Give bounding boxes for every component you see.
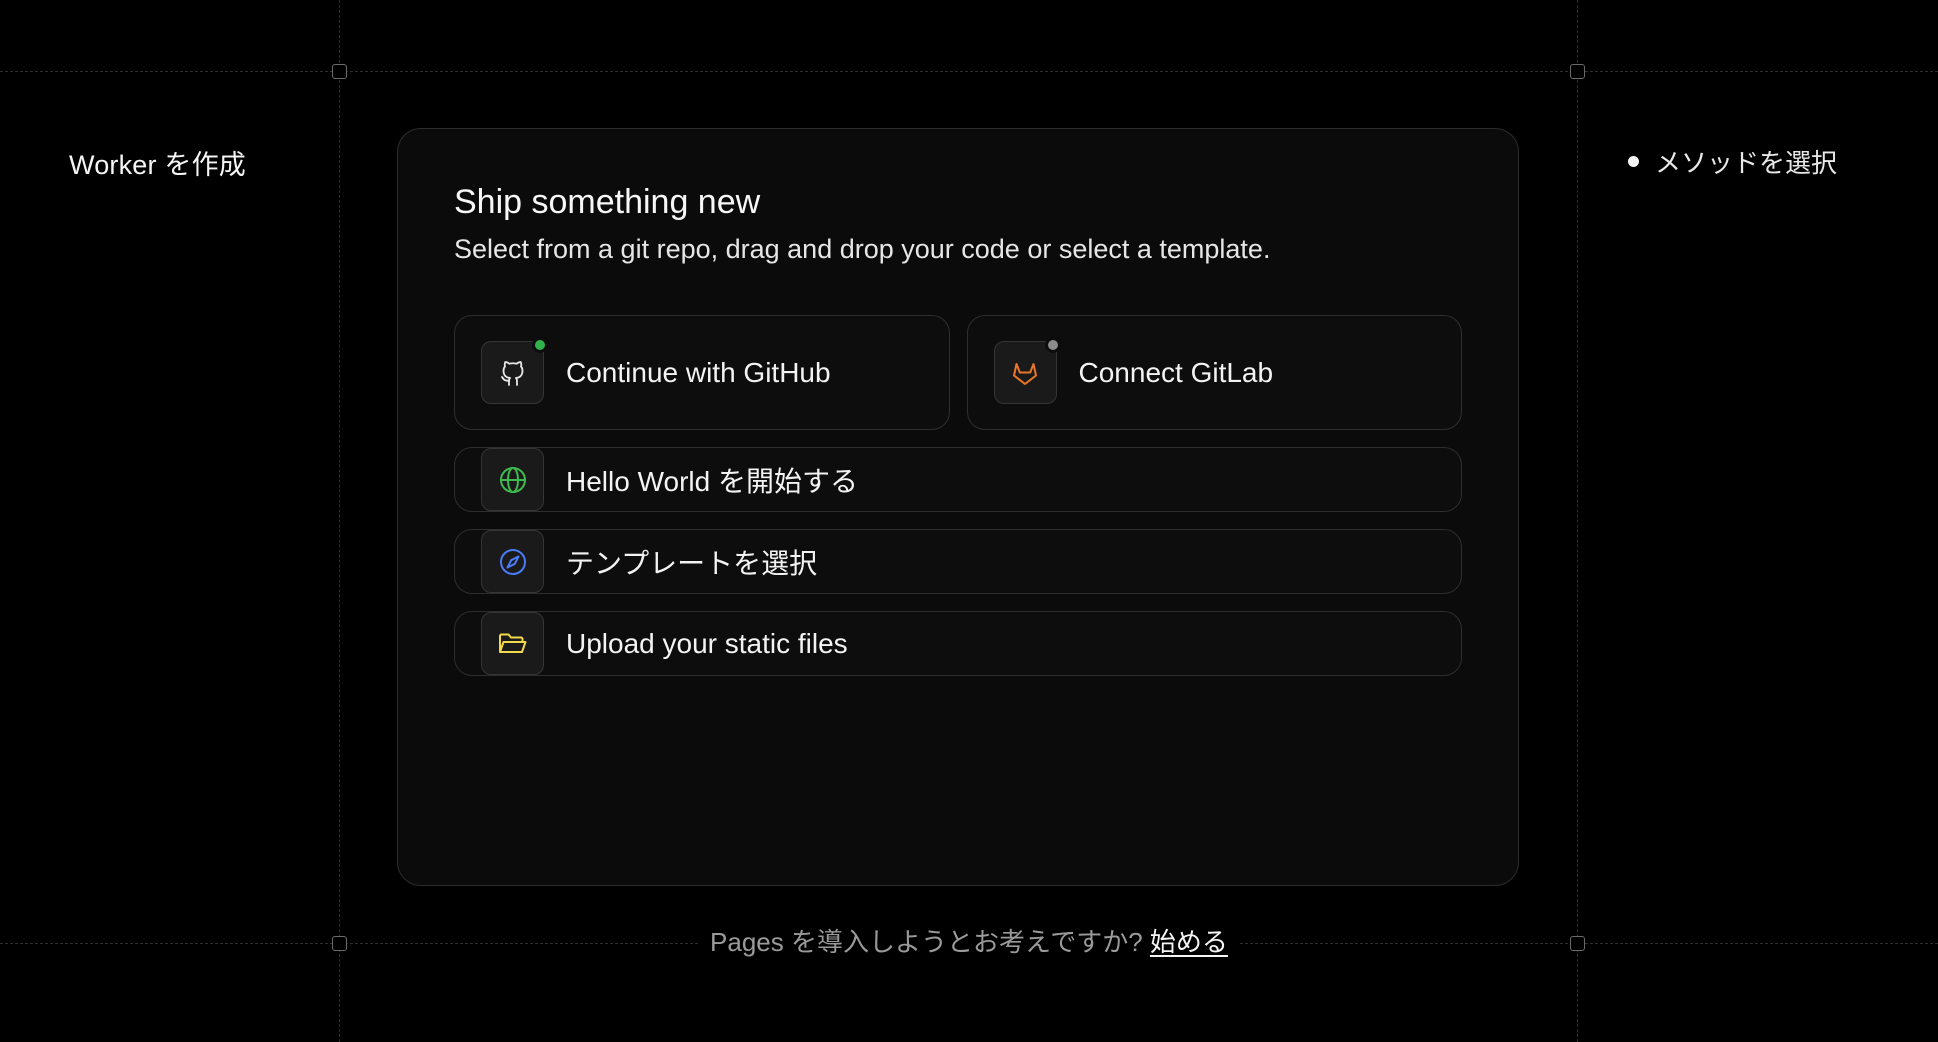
card-subtitle: Select from a git repo, drag and drop yo… [454, 234, 1271, 264]
create-worker-page: Worker を作成 メソッドを選択 Ship something new Se… [0, 0, 1938, 1042]
upload-option-label: Upload your static files [566, 627, 848, 659]
step-item-select-method: メソッドを選択 [1628, 143, 1837, 180]
hello-world-button[interactable]: Hello World を開始する [454, 447, 1462, 512]
upload-static-files-button[interactable]: Upload your static files [454, 611, 1462, 676]
gitlab-option-label: Connect GitLab [1078, 356, 1274, 388]
hello-world-label: Hello World を開始する [566, 465, 858, 497]
guide-line-left [339, 0, 340, 1042]
method-card: Ship something new Select from a git rep… [397, 128, 1519, 886]
footer-text: Pages を導入しようとお考えですか? [710, 927, 1143, 957]
select-template-label: テンプレートを選択 [566, 547, 818, 579]
select-template-button[interactable]: テンプレートを選択 [454, 529, 1462, 594]
guide-line-right [1577, 0, 1578, 1042]
guide-line-top [0, 71, 1938, 72]
continue-with-github-button[interactable]: Continue with GitHub [454, 315, 950, 430]
folder-icon [481, 612, 544, 675]
compass-icon [481, 530, 544, 593]
pages-footer: Pages を導入しようとお考えですか? 始める [0, 922, 1938, 959]
step-active-dot [1628, 156, 1639, 167]
get-started-link[interactable]: 始める [1150, 927, 1228, 957]
connect-gitlab-button[interactable]: Connect GitLab [966, 315, 1462, 430]
github-option-label: Continue with GitHub [566, 356, 831, 388]
git-provider-row: Continue with GitHub Connect GitLab [454, 315, 1462, 430]
guide-handle [332, 64, 347, 79]
globe-icon [481, 448, 544, 511]
connected-status-dot [532, 337, 548, 353]
github-icon [481, 337, 548, 404]
method-options: Continue with GitHub Connect GitLab Hell… [454, 315, 1462, 676]
page-title: Worker を作成 [69, 150, 247, 180]
step-label: メソッドを選択 [1655, 148, 1838, 178]
footer-content: Pages を導入しようとお考えですか? 始める [700, 922, 1238, 959]
guide-handle [1570, 64, 1585, 79]
gitlab-icon [993, 337, 1061, 404]
card-title: Ship something new [454, 183, 761, 221]
disconnected-status-dot [1044, 337, 1061, 353]
